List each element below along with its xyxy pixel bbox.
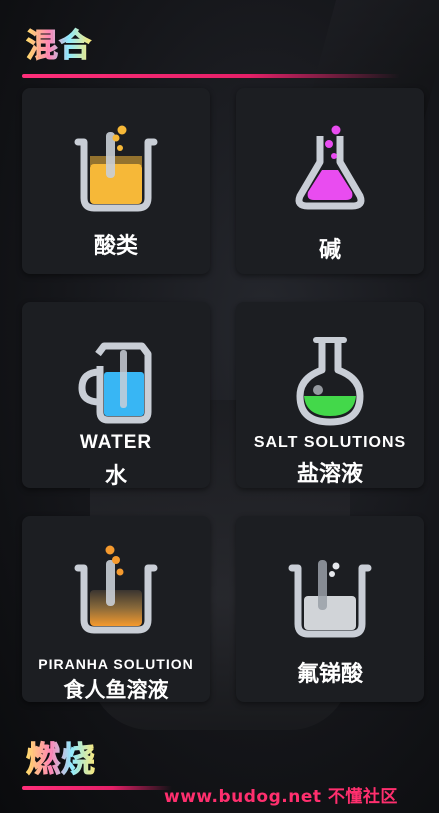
chemical-card-water[interactable]: WATER 水 — [22, 302, 210, 489]
erlenmeyer-flask-icon — [295, 125, 365, 210]
chemical-label: 食人鱼溶液 — [63, 678, 169, 702]
chemical-card-acids[interactable]: 酸类 — [22, 88, 210, 274]
beaker-icon — [74, 125, 158, 212]
mix-section-title: 混合 — [25, 20, 92, 66]
chemical-card-salt-solutions[interactable]: SALT SOLUTIONS 盐溶液 — [236, 302, 424, 488]
watermark-text: www.budog.net 不懂社区 — [164, 787, 398, 807]
chemical-label-english: SALT SOLUTIONS — [253, 434, 407, 451]
chemical-label: 氟锑酸 — [296, 662, 363, 687]
beaker-icon — [74, 545, 158, 634]
mix-title-underline — [22, 74, 400, 78]
chemical-card-base[interactable]: 碱 — [236, 88, 424, 274]
chemical-label: 酸类 — [93, 234, 138, 259]
chemical-label: 水 — [104, 464, 127, 489]
burn-title-underline — [22, 786, 172, 790]
chemical-label: 碱 — [318, 238, 341, 263]
round-flask-icon — [296, 337, 364, 426]
game-screen: 混合 酸类 碱 WATER 水 SALT SOLUTIONS 盐溶液 PIRAN… — [0, 0, 439, 813]
chemical-label: 盐溶液 — [296, 462, 363, 487]
burn-section-title: 燃烧 — [26, 732, 96, 781]
chemical-card-fluoroantimonic-acid[interactable]: 氟锑酸 — [236, 516, 424, 702]
chemical-label-english: WATER — [79, 432, 153, 453]
jug-icon — [78, 342, 152, 424]
chemical-card-piranha-solution[interactable]: PIRANHA SOLUTION 食人鱼溶液 — [22, 516, 210, 702]
beaker-icon — [288, 560, 372, 638]
chemical-label-english: PIRANHA SOLUTION — [38, 656, 194, 672]
